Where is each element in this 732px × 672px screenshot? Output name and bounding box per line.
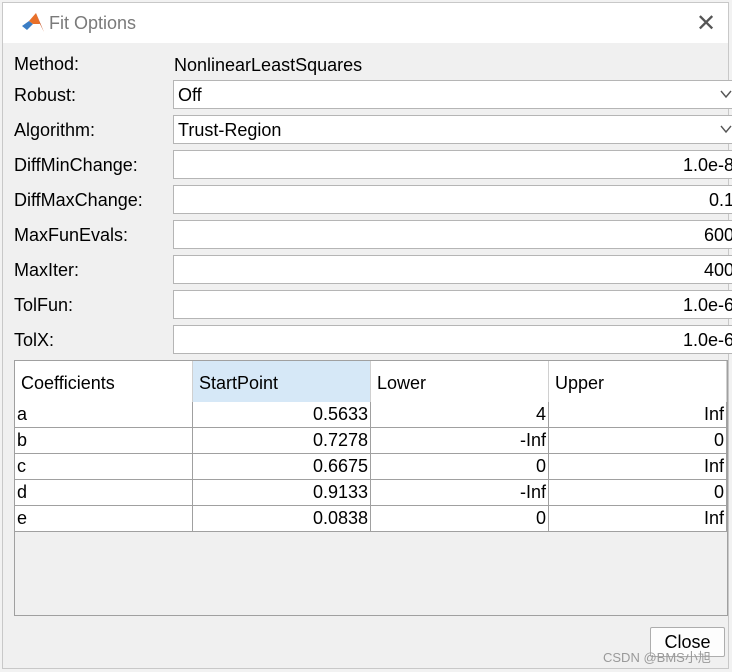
tolfun-label: TolFun: — [14, 295, 74, 315]
upper-cell[interactable]: 0 — [549, 480, 727, 505]
chevron-down-icon — [720, 90, 732, 99]
tolx-label: TolX: — [14, 330, 55, 350]
header-upper[interactable]: Upper — [549, 361, 727, 402]
lower-cell[interactable]: -Inf — [371, 480, 549, 505]
coefficients-table: Coefficients StartPoint Lower Upper a 0.… — [14, 360, 728, 616]
title-bar: Fit Options ✕ — [3, 3, 728, 43]
watermark: CSDN @BMS小旭 — [603, 650, 711, 665]
algorithm-label: Algorithm: — [14, 120, 96, 140]
method-value: NonlinearLeastSquares — [174, 55, 363, 75]
robust-value: Off — [178, 85, 202, 105]
upper-cell[interactable]: Inf — [549, 454, 727, 479]
table-row: e 0.0838 0 Inf — [15, 506, 727, 532]
diffmaxchange-label: DiffMaxChange: — [14, 190, 143, 210]
header-lower[interactable]: Lower — [371, 361, 549, 402]
startpoint-cell[interactable]: 0.0838 — [193, 506, 371, 531]
table-row: a 0.5633 4 Inf — [15, 402, 727, 428]
maxfunevals-label: MaxFunEvals: — [14, 225, 129, 245]
upper-cell[interactable]: 0 — [549, 428, 727, 453]
startpoint-cell[interactable]: 0.6675 — [193, 454, 371, 479]
lower-cell[interactable]: 4 — [371, 402, 549, 427]
header-coefficients[interactable]: Coefficients — [15, 361, 193, 402]
coef-name-cell[interactable]: d — [15, 480, 193, 505]
chevron-down-icon — [720, 125, 732, 134]
robust-label: Robust: — [14, 85, 77, 105]
lower-cell[interactable]: 0 — [371, 506, 549, 531]
window-title: Fit Options — [49, 13, 137, 33]
diffminchange-label: DiffMinChange: — [14, 155, 138, 175]
fit-options-dialog: Fit Options ✕ Method: NonlinearLeastSqua… — [2, 2, 732, 669]
algorithm-value: Trust-Region — [178, 120, 282, 140]
maxiter-label: MaxIter: — [14, 260, 80, 280]
algorithm-dropdown[interactable]: Trust-Region — [173, 115, 732, 144]
coef-name-cell[interactable]: b — [15, 428, 193, 453]
table-row: d 0.9133 -Inf 0 — [15, 480, 727, 506]
lower-cell[interactable]: -Inf — [371, 428, 549, 453]
maxfunevals-field[interactable]: 600 — [173, 220, 732, 249]
diffminchange-field[interactable]: 1.0e-8 — [173, 150, 732, 179]
upper-cell[interactable]: Inf — [549, 402, 727, 427]
startpoint-cell[interactable]: 0.9133 — [193, 480, 371, 505]
table-header: Coefficients StartPoint Lower Upper — [15, 361, 727, 403]
upper-cell[interactable]: Inf — [549, 506, 727, 531]
startpoint-cell[interactable]: 0.7278 — [193, 428, 371, 453]
maxiter-field[interactable]: 400 — [173, 255, 732, 284]
startpoint-cell[interactable]: 0.5633 — [193, 402, 371, 427]
coef-name-cell[interactable]: a — [15, 402, 193, 427]
matlab-icon — [21, 12, 45, 34]
close-icon[interactable]: ✕ — [692, 9, 720, 37]
tolx-field[interactable]: 1.0e-6 — [173, 325, 732, 354]
table-row: c 0.6675 0 Inf — [15, 454, 727, 480]
coef-name-cell[interactable]: c — [15, 454, 193, 479]
tolfun-field[interactable]: 1.0e-6 — [173, 290, 732, 319]
lower-cell[interactable]: 0 — [371, 454, 549, 479]
coef-name-cell[interactable]: e — [15, 506, 193, 531]
robust-dropdown[interactable]: Off — [173, 80, 732, 109]
diffmaxchange-field[interactable]: 0.1 — [173, 185, 732, 214]
table-row: b 0.7278 -Inf 0 — [15, 428, 727, 454]
header-startpoint[interactable]: StartPoint — [193, 361, 371, 402]
method-label: Method: — [14, 54, 80, 74]
